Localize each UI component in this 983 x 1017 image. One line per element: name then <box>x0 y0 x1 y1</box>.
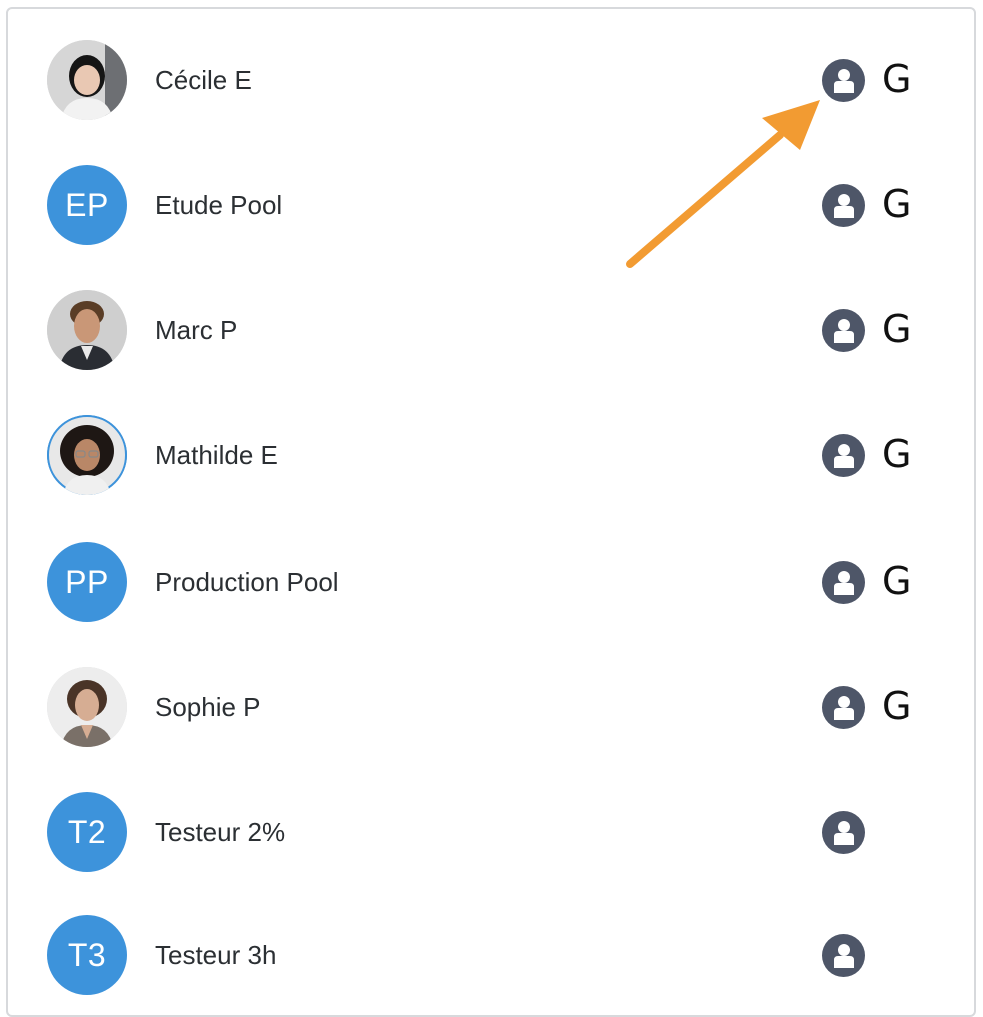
list-item[interactable]: Sophie P G <box>0 657 983 757</box>
member-name: Etude Pool <box>155 190 283 220</box>
member-name: Cécile E <box>155 65 252 95</box>
avatar <box>47 415 127 495</box>
user-role-icon[interactable] <box>822 184 865 227</box>
avatar <box>47 40 127 120</box>
avatar <box>47 290 127 370</box>
user-role-icon[interactable] <box>822 811 865 854</box>
avatar-photo-icon <box>47 415 127 495</box>
user-role-icon[interactable] <box>822 686 865 729</box>
role-badge: G <box>882 432 912 476</box>
user-role-icon[interactable] <box>822 434 865 477</box>
avatar: EP <box>47 165 127 245</box>
user-role-icon[interactable] <box>822 934 865 977</box>
avatar: T3 <box>47 915 127 995</box>
user-role-icon[interactable] <box>822 59 865 102</box>
member-name: Mathilde E <box>155 440 278 470</box>
role-badge: G <box>882 182 912 226</box>
list-item[interactable]: Mathilde E G <box>0 405 983 505</box>
member-name: Testeur 3h <box>155 940 277 970</box>
list-item[interactable]: PP Production Pool G <box>0 532 983 632</box>
member-name: Marc P <box>155 315 238 345</box>
list-item[interactable]: T2 Testeur 2% <box>0 782 983 882</box>
list-item[interactable]: T3 Testeur 3h <box>0 905 983 1005</box>
avatar-photo-icon <box>47 40 127 120</box>
member-name: Testeur 2% <box>155 817 286 847</box>
avatar <box>47 667 127 747</box>
role-badge: G <box>882 559 912 603</box>
member-name: Production Pool <box>155 567 339 597</box>
user-role-icon[interactable] <box>822 561 865 604</box>
role-badge: G <box>882 57 912 101</box>
avatar-photo-icon <box>47 290 127 370</box>
member-name: Sophie P <box>155 692 261 722</box>
avatar-photo-icon <box>47 667 127 747</box>
user-role-icon[interactable] <box>822 309 865 352</box>
role-badge: G <box>882 307 912 351</box>
avatar: T2 <box>47 792 127 872</box>
avatar: PP <box>47 542 127 622</box>
role-badge: G <box>882 684 912 728</box>
list-item[interactable]: EP Etude Pool G <box>0 155 983 255</box>
list-item[interactable]: Marc P G <box>0 280 983 380</box>
list-item[interactable]: Cécile E G <box>0 30 983 130</box>
